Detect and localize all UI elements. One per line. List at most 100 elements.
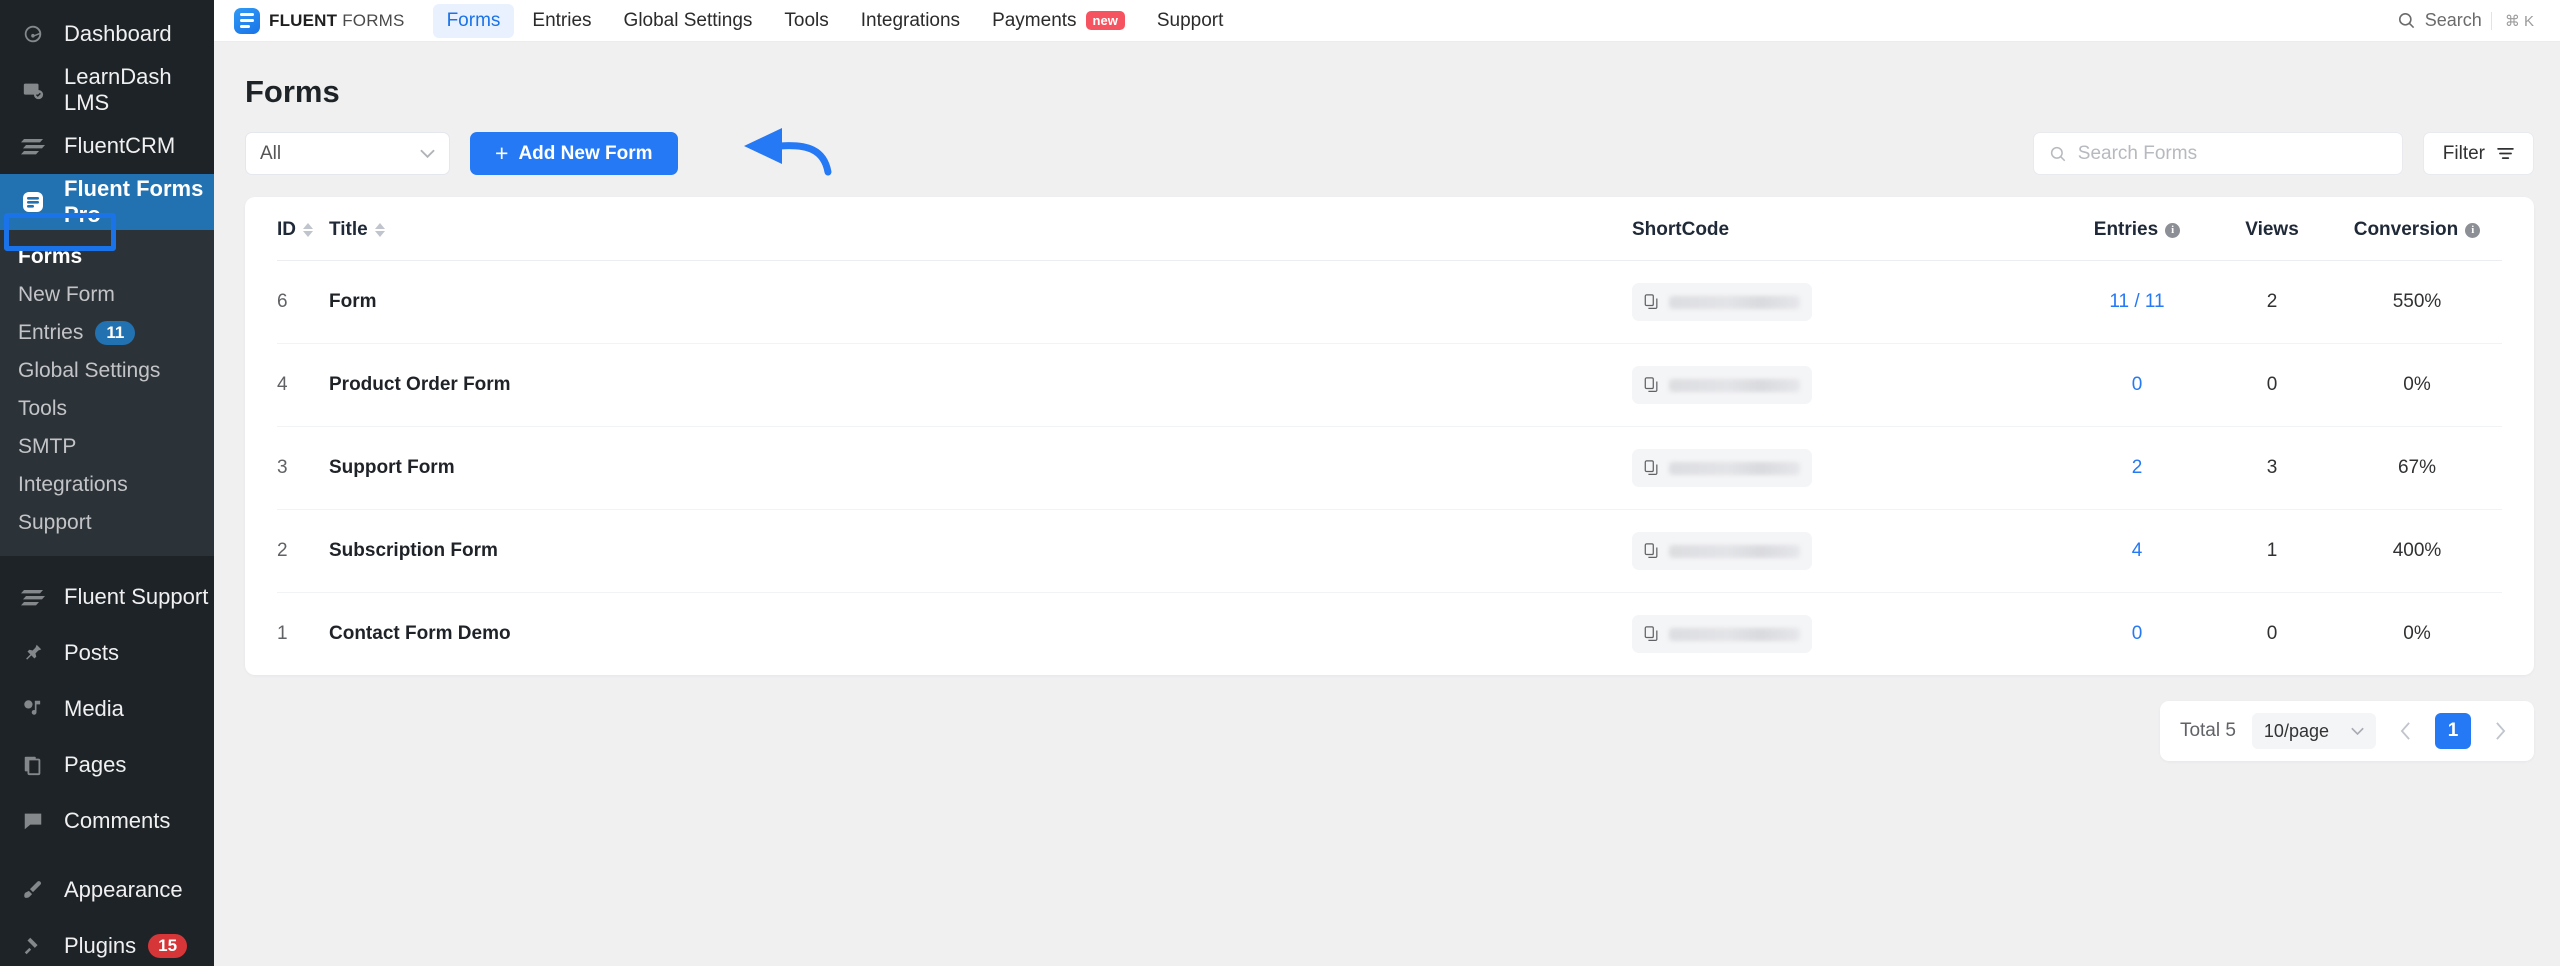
column-header-views: Views [2212,197,2332,261]
sidebar-submenu: Forms New Form Entries 11 Global Setting… [0,230,214,556]
sidebar-item-forms[interactable]: Forms [0,238,214,276]
sidebar-item-comments[interactable]: Comments [0,793,214,849]
nav-tab-global-settings[interactable]: Global Settings [610,4,767,38]
add-new-form-button[interactable]: + Add New Form [470,132,678,175]
cell-shortcode [1632,510,2062,593]
shortcode-copy-field[interactable] [1632,283,1812,321]
sort-icon-title[interactable] [375,223,385,237]
column-label-title: Title [329,219,368,241]
cell-title[interactable]: Form [329,261,1632,344]
info-icon-conversion[interactable]: i [2465,223,2480,238]
plugin-topbar: FLUENT FORMS Forms Entries Global Settin… [214,0,2560,42]
cell-conversion: 67% [2332,427,2502,510]
shortcode-copy-field[interactable] [1632,532,1812,570]
sidebar-sublabel: Tools [18,397,67,421]
cell-entries: 11 / 11 [2062,261,2212,344]
page-size-select[interactable]: 10/page [2252,713,2376,749]
cell-entries: 0 [2062,344,2212,427]
sidebar-divider-2 [0,849,214,862]
sidebar-label: Dashboard [64,21,172,47]
next-page-button[interactable] [2487,722,2514,740]
prev-page-button[interactable] [2392,722,2419,740]
cell-title[interactable]: Support Form [329,427,1632,510]
entries-link[interactable]: 2 [2132,457,2143,478]
shortcode-value-blurred [1669,379,1800,392]
nav-tab-entries[interactable]: Entries [518,4,605,38]
info-icon-entries[interactable]: i [2165,223,2180,238]
cell-title[interactable]: Product Order Form [329,344,1632,427]
entries-link[interactable]: 0 [2132,623,2143,644]
filter-button[interactable]: Filter [2423,132,2534,175]
cell-views: 1 [2212,510,2332,593]
sidebar-item-media[interactable]: Media [0,681,214,737]
cell-conversion: 550% [2332,261,2502,344]
search-forms-input[interactable] [2078,143,2387,165]
nav-tab-support[interactable]: Support [1143,4,1238,38]
filter-button-label: Filter [2443,143,2485,165]
cell-conversion: 0% [2332,593,2502,676]
table-row[interactable]: 4 Product Order Form 0 [277,344,2502,427]
sidebar-label: Fluent Forms Pro [64,176,214,228]
entries-link[interactable]: 11 / 11 [2109,291,2164,312]
shortcode-copy-field[interactable] [1632,615,1812,653]
sidebar-item-fluentcrm[interactable]: FluentCRM [0,118,214,174]
table-row[interactable]: 6 Form 11 / 11 2 [277,261,2502,344]
sidebar-label: Appearance [64,877,183,903]
entries-link[interactable]: 4 [2132,540,2143,561]
shortcode-copy-field[interactable] [1632,449,1812,487]
nav-tab-payments[interactable]: Payments new [978,4,1139,38]
sidebar-item-learndash-lms[interactable]: LearnDash LMS [0,62,214,118]
sidebar-item-appearance[interactable]: Appearance [0,862,214,918]
cell-id: 2 [277,510,329,593]
pointer-arrow-annotation [740,124,850,184]
table-row[interactable]: 1 Contact Form Demo 0 [277,593,2502,676]
pagination: Total 5 10/page 1 [2160,701,2534,761]
cell-entries: 4 [2062,510,2212,593]
sidebar-item-pages[interactable]: Pages [0,737,214,793]
copy-icon [1644,543,1659,559]
sort-icon-id[interactable] [303,223,313,237]
column-header-id[interactable]: ID [277,197,329,261]
sidebar-item-plugins[interactable]: Plugins 15 [0,918,214,966]
shortcode-value-blurred [1669,545,1800,558]
table-row[interactable]: 3 Support Form 2 [277,427,2502,510]
nav-tab-integrations[interactable]: Integrations [847,4,974,38]
entries-link[interactable]: 0 [2132,374,2143,395]
cell-title[interactable]: Contact Form Demo [329,593,1632,676]
sidebar-item-fluent-support[interactable]: Fluent Support [0,569,214,625]
column-header-title[interactable]: Title [329,197,1632,261]
page-size-value: 10/page [2264,721,2329,742]
sidebar-item-global-settings[interactable]: Global Settings [0,352,214,390]
sidebar-item-posts[interactable]: Posts [0,625,214,681]
page-number-1[interactable]: 1 [2435,713,2471,749]
sidebar-item-fluent-forms-pro[interactable]: Fluent Forms Pro [0,174,214,230]
sidebar-item-support[interactable]: Support [0,504,214,542]
sidebar-item-smtp[interactable]: SMTP [0,428,214,466]
form-filter-select[interactable]: All [245,132,450,175]
sidebar-label: FluentCRM [64,133,175,159]
sidebar-sublabel: Global Settings [18,359,160,383]
fluent-forms-logo[interactable]: FLUENT FORMS [234,8,405,34]
nav-tab-forms[interactable]: Forms [433,4,515,38]
table-row[interactable]: 2 Subscription Form 4 [277,510,2502,593]
sidebar-item-new-form[interactable]: New Form [0,276,214,314]
sidebar-item-tools[interactable]: Tools [0,390,214,428]
search-forms-box[interactable] [2033,132,2403,175]
cell-id: 4 [277,344,329,427]
table-header-row: ID Title ShortCod [277,197,2502,261]
sidebar-item-entries[interactable]: Entries 11 [0,314,214,352]
shortcode-copy-field[interactable] [1632,366,1812,404]
nav-tab-tools[interactable]: Tools [770,4,842,38]
column-header-conversion: Conversion i [2332,197,2502,261]
cell-id: 3 [277,427,329,510]
sidebar-item-integrations[interactable]: Integrations [0,466,214,504]
global-search-trigger[interactable]: Search ⌘ K [2397,10,2534,31]
pagination-wrap: Total 5 10/page 1 [245,675,2534,781]
shortcode-value-blurred [1669,296,1800,309]
copy-icon [1644,377,1659,393]
brush-icon [16,879,50,901]
sidebar-item-dashboard[interactable]: Dashboard [0,6,214,62]
cell-title[interactable]: Subscription Form [329,510,1632,593]
fluentcrm-icon [16,137,50,155]
copy-icon [1644,460,1659,476]
